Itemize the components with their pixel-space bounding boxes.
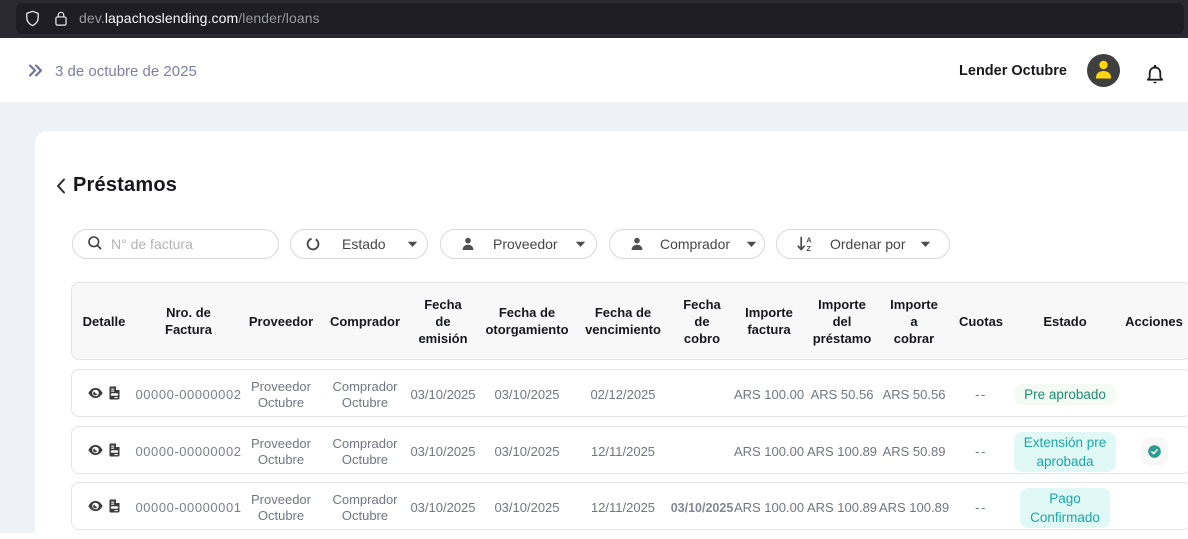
svg-text:Z: Z bbox=[806, 244, 811, 252]
